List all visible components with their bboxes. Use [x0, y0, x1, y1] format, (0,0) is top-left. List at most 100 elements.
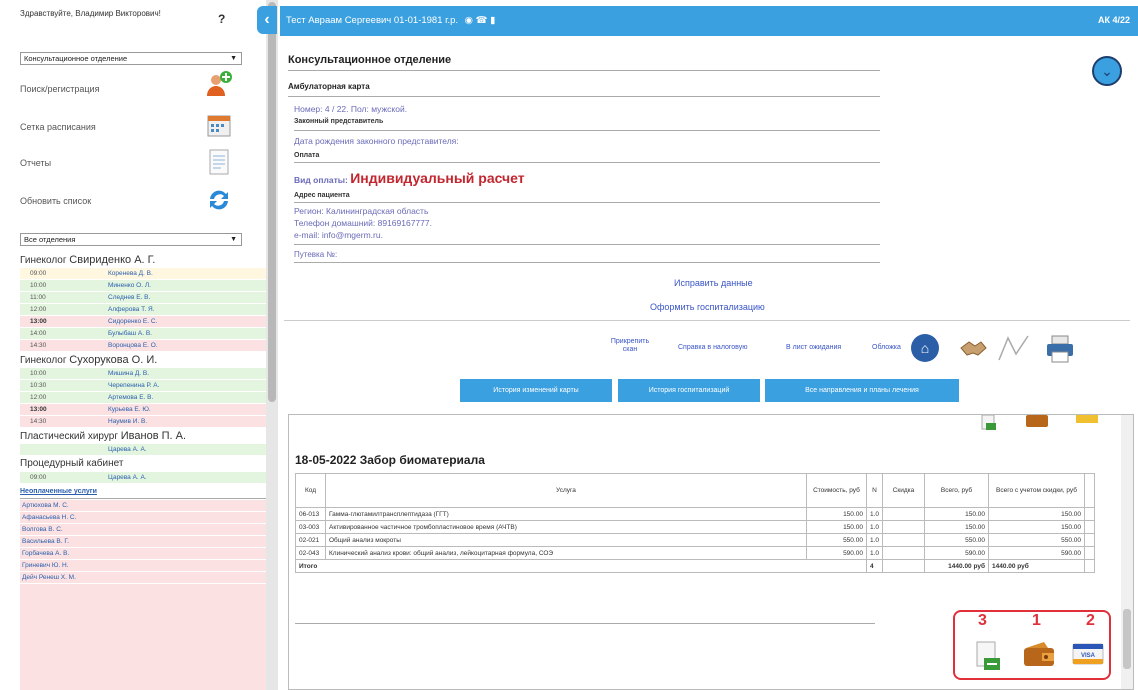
cell: 150.00 — [924, 507, 989, 521]
document-icon[interactable] — [205, 148, 233, 176]
user-add-icon[interactable] — [205, 70, 233, 98]
doctor-name: Сухорукова О. И. — [69, 354, 158, 366]
legal-rep-dob: Дата рождения законного представителя: — [294, 136, 459, 146]
unpaid-item[interactable]: Васильева В. Г. — [20, 536, 266, 547]
total-discount-sum: 1440.00 руб — [988, 559, 1085, 573]
unpaid-item[interactable]: Дейч Ренеш Х. М. — [20, 572, 266, 583]
doc-pay-icon-partial[interactable] — [981, 415, 997, 431]
unpaid-item[interactable]: Артюхова М. С. — [20, 500, 266, 511]
cover-link[interactable]: Обложка — [872, 344, 901, 352]
phone-icon[interactable]: ☎ — [476, 15, 488, 26]
tax-certificate-link[interactable]: Справка в налоговую — [678, 344, 748, 352]
printer-icon[interactable] — [1044, 334, 1076, 364]
hospitalize-link[interactable]: Оформить госпитализацию — [650, 302, 765, 312]
cell — [882, 507, 925, 521]
email: e-mail: info@mgerm.ru. — [294, 230, 383, 240]
menu-label: Сетка расписания — [20, 122, 96, 132]
col-total-discount: Всего с учетом скидки, руб — [988, 473, 1085, 508]
schedule-slot[interactable]: 09:00 Царева А. А. — [20, 472, 266, 483]
doctor-header: Пластический хирург Иванов П. А. — [20, 430, 186, 442]
schedule-slot[interactable]: 14:00 Булыбаш А. В. — [20, 328, 266, 339]
filter-select-value: Все отделения — [24, 235, 76, 244]
schedule-slot[interactable]: 10:30 Черепенина Р. А. — [20, 380, 266, 391]
signature-icon[interactable] — [996, 332, 1032, 364]
sidebar-scrollbar-thumb[interactable] — [268, 2, 276, 402]
schedule-slot[interactable]: 11:00 Следнев Е. В. — [20, 292, 266, 303]
slot-patient: Коренева Д. В. — [108, 270, 153, 277]
schedule-slot[interactable]: 14:30 Воронцова Е. О. — [20, 340, 266, 351]
cell: 1.0 — [865, 546, 884, 560]
divider — [294, 202, 880, 203]
patient-name: Тест Авраам Сергеевич 01-01-1981 г.р. — [286, 15, 458, 26]
table-row: 02-043 Клинический анализ крови: общий ан… — [295, 546, 1095, 560]
menu-label: Поиск/регистрация — [20, 84, 100, 94]
unpaid-item[interactable]: Гриневич Ю. Н. — [20, 560, 266, 571]
clipboard-icon[interactable]: ▮ — [490, 15, 495, 26]
cell: 1.0 — [865, 520, 884, 534]
divider — [288, 70, 880, 71]
wallet-icon-partial[interactable] — [1025, 415, 1049, 429]
unpaid-item[interactable]: Горбачева А. В. — [20, 548, 266, 559]
slot-patient: Мишина Д. В. — [108, 370, 150, 377]
unpaid-item[interactable]: Волгова В. С. — [20, 524, 266, 535]
help-label: ? — [218, 12, 226, 26]
collapse-sidebar-button[interactable]: ‹ — [257, 6, 277, 34]
doctor-title: Процедурный кабинет — [20, 458, 124, 469]
schedule-slot[interactable]: 13:00 Курьева Е. Ю. — [20, 404, 266, 415]
payment-prefix: Вид оплаты: — [294, 175, 348, 185]
col-service: Услуга — [325, 473, 807, 508]
slot-time: 09:00 — [30, 474, 47, 481]
schedule-slot[interactable]: 13:00 Сидоренко Е. С. — [20, 316, 266, 327]
cell — [1084, 559, 1095, 573]
attach-scan-link[interactable]: Прикрепить скан — [610, 338, 650, 354]
cell — [882, 520, 925, 534]
document-scrollbar-thumb[interactable] — [1123, 609, 1131, 669]
invoice-icon[interactable] — [974, 640, 1002, 672]
edit-data-link[interactable]: Исправить данные — [674, 278, 753, 288]
cell: 150.00 — [924, 520, 989, 534]
tab-all-referrals[interactable]: Все направления и планы лечения — [765, 379, 959, 402]
doctor-title: Гинеколог — [20, 355, 67, 366]
unpaid-title[interactable]: Неоплаченные услуги — [20, 488, 97, 495]
slot-time: 13:00 — [30, 406, 47, 413]
slot-time: 13:00 — [30, 318, 47, 325]
schedule-slot[interactable]: 09:00 Коренева Д. В. — [20, 268, 266, 279]
app: Здравствуйте, Владимир Викторович! ? Кон… — [0, 0, 1138, 690]
department-select-value: Консультационное отделение — [24, 54, 128, 63]
department-select[interactable]: Консультационное отделение ▼ — [20, 52, 242, 65]
schedule-slot[interactable]: 14:30 Наумив И. В. — [20, 416, 266, 427]
payment-type-value: Индивидуальный расчет — [350, 170, 525, 186]
waitlist-link[interactable]: В лист ожидания — [786, 344, 841, 352]
unpaid-item[interactable]: Афанасьева Н. С. — [20, 512, 266, 523]
table-header-row: Код Услуга Стоимость, руб N Скидка Всего… — [295, 473, 1095, 508]
voucher: Путевка №: — [294, 250, 338, 259]
help-icon[interactable]: ? — [218, 12, 225, 26]
divider — [294, 262, 880, 263]
refresh-icon[interactable] — [205, 186, 233, 214]
schedule-slot[interactable]: 10:00 Мишина Д. В. — [20, 368, 266, 379]
eye-icon[interactable]: ◉ — [465, 15, 473, 26]
slot-time: 10:30 — [30, 382, 47, 389]
card-label: Амбулаторная карта — [288, 82, 370, 91]
unpaid-list-fill — [20, 584, 266, 690]
tab-hospitalization-history[interactable]: История госпитализаций — [618, 379, 760, 402]
schedule-slot[interactable]: 12:00 Алферова Т. Я. — [20, 304, 266, 315]
home-icon[interactable]: ⌂ — [911, 334, 939, 362]
schedule-slot[interactable]: 12:00 Артемова Е. В. — [20, 392, 266, 403]
expand-button[interactable]: ⌄ — [1092, 56, 1122, 86]
tab-card-history[interactable]: История изменений карты — [460, 379, 612, 402]
card-icon-partial[interactable] — [1075, 415, 1099, 425]
handshake-icon[interactable] — [958, 334, 988, 362]
wallet-icon[interactable] — [1022, 640, 1056, 668]
chevron-down-icon: ▼ — [230, 55, 237, 62]
patient-title: Тест Авраам Сергеевич 01-01-1981 г.р. ◉ … — [286, 15, 495, 26]
slot-time: 14:30 — [30, 418, 47, 425]
schedule-slot[interactable]: Царева А. А. — [20, 444, 266, 455]
filter-select[interactable]: Все отделения ▼ — [20, 233, 242, 246]
cell — [1084, 533, 1095, 547]
card-visa-icon[interactable]: VISA — [1072, 642, 1104, 666]
cell: Общий анализ мокроты — [325, 533, 807, 547]
schedule-slot[interactable]: 10:00 Миненко О. Л. — [20, 280, 266, 291]
slot-time: 10:00 — [30, 370, 47, 377]
calendar-icon[interactable] — [205, 112, 233, 140]
